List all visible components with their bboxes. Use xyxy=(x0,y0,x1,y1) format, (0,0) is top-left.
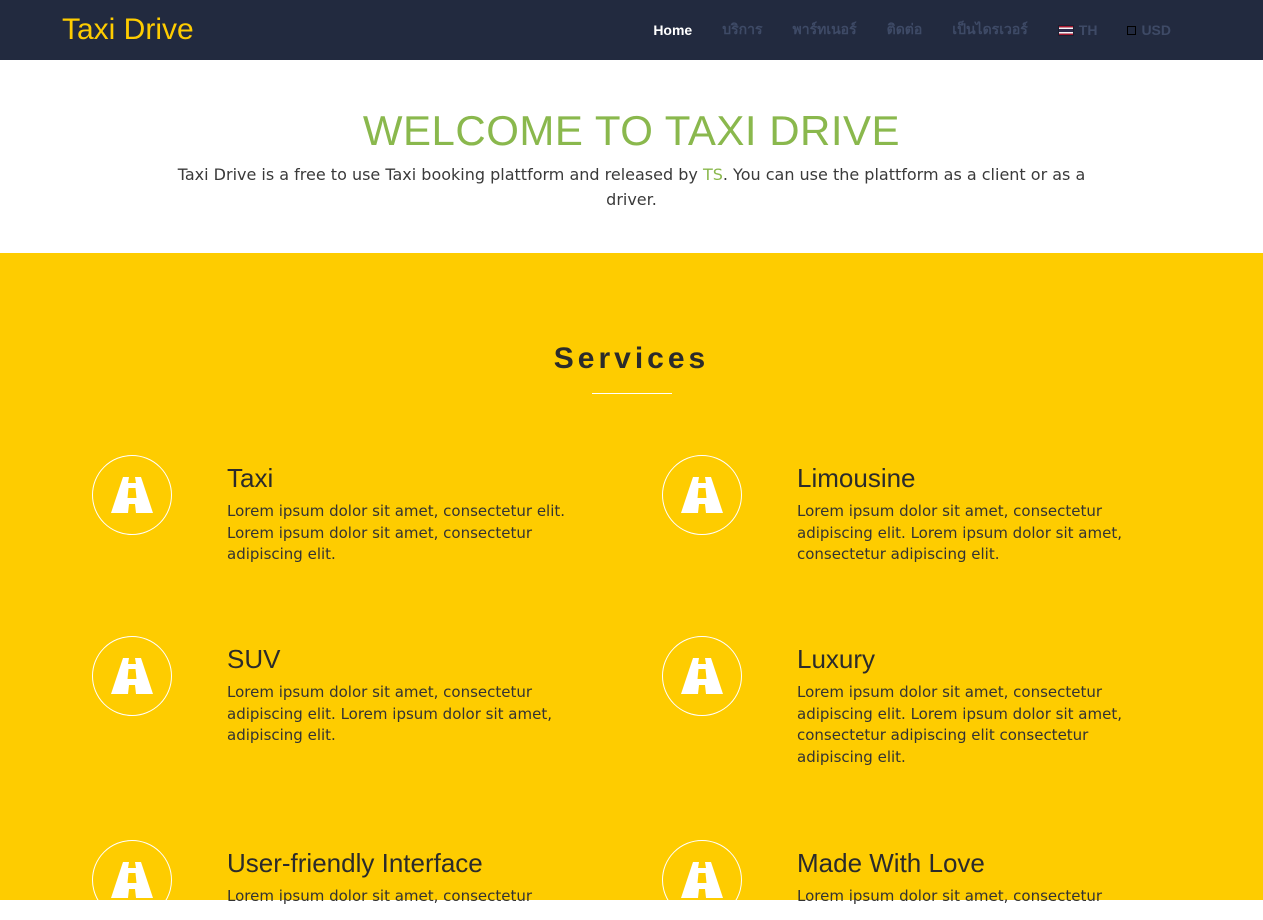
service-description: Lorem ipsum dolor sit amet, consectetur … xyxy=(227,502,566,563)
currency-icon xyxy=(1127,25,1137,35)
language-selector[interactable]: TH xyxy=(1057,22,1098,38)
road-icon xyxy=(662,840,742,920)
welcome-text-before: Taxi Drive is a free to use Taxi booking… xyxy=(177,165,703,184)
nav-item-partners[interactable]: พาร์ทเนอร์ xyxy=(792,19,856,41)
nav-menu: Home บริการ พาร์ทเนอร์ ติดต่อ เป็นไดรเวอ… xyxy=(623,0,1171,60)
service-title: Made With Love xyxy=(797,848,985,878)
currency-label: USD xyxy=(1141,22,1171,38)
service-title: SUV xyxy=(227,644,281,674)
thai-flag-icon xyxy=(1057,24,1074,36)
welcome-description: Taxi Drive is a free to use Taxi booking… xyxy=(175,162,1088,212)
service-description: Lorem ipsum dolor sit amet, consectetur xyxy=(797,887,1103,905)
services-divider xyxy=(592,393,672,394)
service-title: Taxi xyxy=(227,463,274,493)
ts-link[interactable]: TS xyxy=(703,165,723,184)
services-title: Services xyxy=(553,342,710,375)
nav-item-home[interactable]: Home xyxy=(653,22,692,38)
services-section: Services Taxi Lorem ipsum dolor sit amet… xyxy=(0,253,1263,920)
service-title: Luxury xyxy=(797,644,876,674)
nav-item-services[interactable]: บริการ xyxy=(722,19,762,41)
road-icon xyxy=(92,840,172,920)
service-description: Lorem ipsum dolor sit amet, consectetur … xyxy=(797,502,1122,563)
nav-item-become-driver[interactable]: เป็นไดรเวอร์ xyxy=(952,19,1027,41)
brand-logo-link[interactable]: Taxi Drive xyxy=(62,13,194,47)
service-description: Lorem ipsum dolor sit amet, consectetur xyxy=(227,887,533,905)
service-title: Limousine xyxy=(797,463,916,493)
road-icon xyxy=(662,455,742,535)
nav-item-contact[interactable]: ติดต่อ xyxy=(887,19,923,41)
road-icon xyxy=(662,636,742,716)
road-icon xyxy=(92,455,172,535)
welcome-title: WELCOME TO TAXI DRIVE xyxy=(362,107,901,154)
currency-selector[interactable]: USD xyxy=(1127,22,1171,38)
welcome-section: WELCOME TO TAXI DRIVE Taxi Drive is a fr… xyxy=(0,60,1263,253)
language-label: TH xyxy=(1078,22,1098,38)
service-description: Lorem ipsum dolor sit amet, consectetur … xyxy=(797,683,1122,766)
service-description: Lorem ipsum dolor sit amet, consectetur … xyxy=(227,683,552,744)
road-icon xyxy=(92,636,172,716)
top-navbar: Taxi Drive Home บริการ พาร์ทเนอร์ ติดต่อ… xyxy=(0,0,1263,60)
service-title: User-friendly Interface xyxy=(227,848,483,878)
